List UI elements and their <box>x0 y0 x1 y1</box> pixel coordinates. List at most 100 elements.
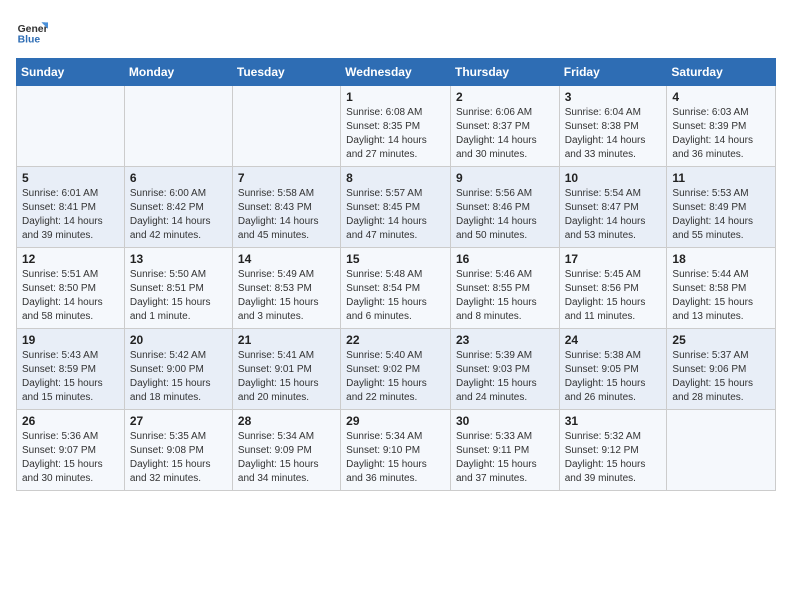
calendar-cell: 20Sunrise: 5:42 AM Sunset: 9:00 PM Dayli… <box>124 329 232 410</box>
calendar-week-row: 26 Sunrise: 5:36 AM Sunset: 9:07 PM Dayli… <box>17 410 776 491</box>
day-info: Sunrise: 6:06 AM Sunset: 8:37 PM Dayligh… <box>456 106 554 162</box>
weekday-header: Saturday <box>667 59 776 86</box>
calendar-cell: 4 Sunrise: 6:03 AM Sunset: 8:39 PM Daylig… <box>667 86 776 167</box>
calendar-cell: 8 Sunrise: 5:57 AM Sunset: 8:45 PM Daylig… <box>341 167 451 248</box>
calendar-cell: 27 Sunrise: 5:35 AM Sunset: 9:08 PM Dayli… <box>124 410 232 491</box>
day-number: 28 <box>238 414 335 428</box>
calendar-cell <box>124 86 232 167</box>
day-number: 15 <box>346 252 445 266</box>
day-number: 24 <box>565 333 662 347</box>
day-number: 9 <box>456 171 554 185</box>
day-info: Sunrise: 5:35 AM Sunset: 9:08 PM Dayligh… <box>130 430 227 486</box>
calendar-cell: 11 Sunrise: 5:53 AM Sunset: 8:49 PM Dayli… <box>667 167 776 248</box>
day-info: Sunrise: 5:44 AM Sunset: 8:58 PM Dayligh… <box>672 268 770 324</box>
day-info: Sunrise: 5:48 AM Sunset: 8:54 PM Dayligh… <box>346 268 445 324</box>
calendar-cell: 9 Sunrise: 5:56 AM Sunset: 8:46 PM Daylig… <box>450 167 559 248</box>
calendar-header: SundayMondayTuesdayWednesdayThursdayFrid… <box>17 59 776 86</box>
day-number: 4 <box>672 90 770 104</box>
day-number: 29 <box>346 414 445 428</box>
calendar-cell: 24 Sunrise: 5:38 AM Sunset: 9:05 PM Dayli… <box>559 329 667 410</box>
calendar-cell <box>667 410 776 491</box>
calendar-cell: 23 Sunrise: 5:39 AM Sunset: 9:03 PM Dayli… <box>450 329 559 410</box>
weekday-header: Friday <box>559 59 667 86</box>
day-info: Sunrise: 6:03 AM Sunset: 8:39 PM Dayligh… <box>672 106 770 162</box>
logo-icon: General Blue <box>16 16 48 48</box>
page-header: General Blue <box>16 16 776 48</box>
calendar-cell: 13 Sunrise: 5:50 AM Sunset: 8:51 PM Dayli… <box>124 248 232 329</box>
day-info: Sunrise: 5:56 AM Sunset: 8:46 PM Dayligh… <box>456 187 554 243</box>
calendar-cell: 26 Sunrise: 5:36 AM Sunset: 9:07 PM Dayli… <box>17 410 125 491</box>
day-info: Sunrise: 5:42 AM Sunset: 9:00 PM Dayligh… <box>130 349 227 405</box>
day-number: 13 <box>130 252 227 266</box>
day-number: 5 <box>22 171 119 185</box>
day-number: 14 <box>238 252 335 266</box>
day-number: 18 <box>672 252 770 266</box>
day-number: 16 <box>456 252 554 266</box>
calendar-cell: 1Sunrise: 6:08 AM Sunset: 8:35 PM Daylig… <box>341 86 451 167</box>
day-number: 21 <box>238 333 335 347</box>
day-number: 10 <box>565 171 662 185</box>
day-number: 27 <box>130 414 227 428</box>
calendar-body: 1Sunrise: 6:08 AM Sunset: 8:35 PM Daylig… <box>17 86 776 491</box>
day-number: 12 <box>22 252 119 266</box>
weekday-header: Monday <box>124 59 232 86</box>
day-number: 23 <box>456 333 554 347</box>
day-number: 30 <box>456 414 554 428</box>
day-info: Sunrise: 5:39 AM Sunset: 9:03 PM Dayligh… <box>456 349 554 405</box>
day-number: 1 <box>346 90 445 104</box>
day-info: Sunrise: 5:50 AM Sunset: 8:51 PM Dayligh… <box>130 268 227 324</box>
day-info: Sunrise: 5:36 AM Sunset: 9:07 PM Dayligh… <box>22 430 119 486</box>
calendar-cell: 21 Sunrise: 5:41 AM Sunset: 9:01 PM Dayli… <box>232 329 340 410</box>
day-info: Sunrise: 5:58 AM Sunset: 8:43 PM Dayligh… <box>238 187 335 243</box>
day-number: 25 <box>672 333 770 347</box>
logo: General Blue <box>16 16 48 48</box>
weekday-header: Thursday <box>450 59 559 86</box>
svg-text:Blue: Blue <box>18 34 41 45</box>
day-number: 3 <box>565 90 662 104</box>
day-info: Sunrise: 5:45 AM Sunset: 8:56 PM Dayligh… <box>565 268 662 324</box>
weekday-header: Wednesday <box>341 59 451 86</box>
day-info: Sunrise: 5:49 AM Sunset: 8:53 PM Dayligh… <box>238 268 335 324</box>
calendar-cell: 17Sunrise: 5:45 AM Sunset: 8:56 PM Dayli… <box>559 248 667 329</box>
calendar-cell <box>17 86 125 167</box>
calendar-week-row: 19Sunrise: 5:43 AM Sunset: 8:59 PM Dayli… <box>17 329 776 410</box>
calendar-cell: 30Sunrise: 5:33 AM Sunset: 9:11 PM Dayli… <box>450 410 559 491</box>
calendar-week-row: 5 Sunrise: 6:01 AM Sunset: 8:41 PM Daylig… <box>17 167 776 248</box>
day-info: Sunrise: 5:34 AM Sunset: 9:09 PM Dayligh… <box>238 430 335 486</box>
day-info: Sunrise: 5:38 AM Sunset: 9:05 PM Dayligh… <box>565 349 662 405</box>
day-number: 26 <box>22 414 119 428</box>
calendar-cell: 25 Sunrise: 5:37 AM Sunset: 9:06 PM Dayli… <box>667 329 776 410</box>
day-info: Sunrise: 5:32 AM Sunset: 9:12 PM Dayligh… <box>565 430 662 486</box>
calendar-cell: 14 Sunrise: 5:49 AM Sunset: 8:53 PM Dayli… <box>232 248 340 329</box>
day-info: Sunrise: 5:46 AM Sunset: 8:55 PM Dayligh… <box>456 268 554 324</box>
day-info: Sunrise: 5:53 AM Sunset: 8:49 PM Dayligh… <box>672 187 770 243</box>
calendar-cell: 29 Sunrise: 5:34 AM Sunset: 9:10 PM Dayli… <box>341 410 451 491</box>
day-number: 22 <box>346 333 445 347</box>
calendar-cell: 16 Sunrise: 5:46 AM Sunset: 8:55 PM Dayli… <box>450 248 559 329</box>
calendar-cell: 18 Sunrise: 5:44 AM Sunset: 8:58 PM Dayli… <box>667 248 776 329</box>
day-number: 2 <box>456 90 554 104</box>
calendar-cell: 7Sunrise: 5:58 AM Sunset: 8:43 PM Daylig… <box>232 167 340 248</box>
weekday-row: SundayMondayTuesdayWednesdayThursdayFrid… <box>17 59 776 86</box>
calendar-cell: 5 Sunrise: 6:01 AM Sunset: 8:41 PM Daylig… <box>17 167 125 248</box>
day-number: 31 <box>565 414 662 428</box>
calendar-cell: 22Sunrise: 5:40 AM Sunset: 9:02 PM Dayli… <box>341 329 451 410</box>
calendar-cell: 6Sunrise: 6:00 AM Sunset: 8:42 PM Daylig… <box>124 167 232 248</box>
day-info: Sunrise: 5:43 AM Sunset: 8:59 PM Dayligh… <box>22 349 119 405</box>
day-info: Sunrise: 5:41 AM Sunset: 9:01 PM Dayligh… <box>238 349 335 405</box>
calendar-table: SundayMondayTuesdayWednesdayThursdayFrid… <box>16 58 776 491</box>
day-info: Sunrise: 6:01 AM Sunset: 8:41 PM Dayligh… <box>22 187 119 243</box>
day-number: 11 <box>672 171 770 185</box>
calendar-cell <box>232 86 340 167</box>
day-info: Sunrise: 5:51 AM Sunset: 8:50 PM Dayligh… <box>22 268 119 324</box>
day-number: 8 <box>346 171 445 185</box>
calendar-cell: 2 Sunrise: 6:06 AM Sunset: 8:37 PM Daylig… <box>450 86 559 167</box>
svg-text:General: General <box>18 24 48 35</box>
calendar-cell: 3Sunrise: 6:04 AM Sunset: 8:38 PM Daylig… <box>559 86 667 167</box>
day-info: Sunrise: 5:37 AM Sunset: 9:06 PM Dayligh… <box>672 349 770 405</box>
day-info: Sunrise: 5:57 AM Sunset: 8:45 PM Dayligh… <box>346 187 445 243</box>
weekday-header: Sunday <box>17 59 125 86</box>
calendar-cell: 28 Sunrise: 5:34 AM Sunset: 9:09 PM Dayli… <box>232 410 340 491</box>
day-info: Sunrise: 5:34 AM Sunset: 9:10 PM Dayligh… <box>346 430 445 486</box>
day-info: Sunrise: 6:00 AM Sunset: 8:42 PM Dayligh… <box>130 187 227 243</box>
